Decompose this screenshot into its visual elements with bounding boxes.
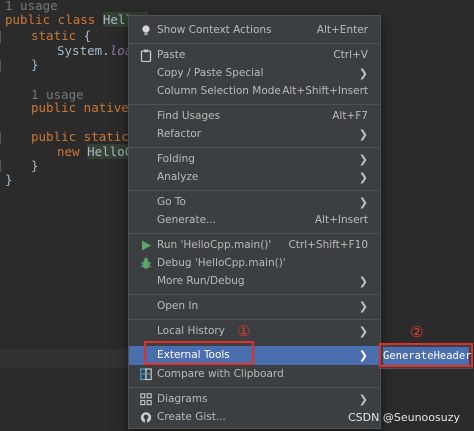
- chevron-right-icon: ❯: [358, 196, 368, 209]
- menu-separator: [129, 190, 380, 191]
- shortcut-label: Ctrl+Shift+F10: [288, 239, 368, 251]
- menu-item-debug[interactable]: Debug 'HelloCpp.main()': [129, 254, 380, 273]
- menu-item-label: Copy / Paste Special: [157, 67, 264, 79]
- menu-item-create-gist[interactable]: Create Gist...: [129, 408, 380, 427]
- watermark: CSDN @Seunoosuzy: [348, 411, 460, 424]
- debug-icon: [140, 257, 152, 270]
- shortcut-label: Alt+F7: [332, 110, 368, 122]
- chevron-right-icon: ❯: [358, 393, 368, 406]
- menu-item-label: Find Usages: [157, 110, 221, 122]
- menu-item-run[interactable]: Run 'HelloCpp.main()' Ctrl+Shift+F10: [129, 236, 380, 255]
- menu-item-label: Compare with Clipboard: [157, 368, 284, 380]
- menu-separator: [129, 319, 380, 320]
- menu-item-find-usages[interactable]: Find Usages Alt+F7: [129, 107, 380, 126]
- chevron-right-icon: ❯: [358, 128, 368, 141]
- menu-item-compare-clipboard[interactable]: Compare with Clipboard: [129, 365, 380, 384]
- code-line-close-brace: }: [31, 57, 39, 72]
- menu-item-column-selection-mode[interactable]: Column Selection Mode Alt+Shift+Insert: [129, 82, 380, 101]
- chevron-right-icon: ❯: [358, 349, 368, 362]
- annotation-box-external-tools: [144, 341, 254, 365]
- clipboard-icon: [140, 49, 152, 63]
- menu-item-label: More Run/Debug: [157, 275, 245, 287]
- menu-item-label: Diagrams: [157, 393, 208, 405]
- compare-icon: [140, 368, 152, 381]
- menu-separator: [129, 294, 380, 295]
- menu-item-label: Go To: [157, 196, 186, 208]
- code-line-native: public native v: [31, 99, 144, 117]
- menu-item-label: Analyze: [157, 171, 199, 183]
- menu-item-label: Paste: [157, 49, 186, 61]
- system-class: System.: [57, 43, 110, 58]
- menu-item-generate[interactable]: Generate... Alt+Insert: [129, 211, 380, 230]
- menu-item-label: Local History: [157, 325, 225, 337]
- shortcut-label: Alt+Shift+Insert: [282, 85, 368, 97]
- menu-item-go-to[interactable]: Go To ❯: [129, 193, 380, 212]
- keyword: static: [31, 28, 77, 43]
- keyword: public class: [5, 12, 103, 27]
- menu-item-label: Refactor: [157, 128, 202, 140]
- menu-item-refactor[interactable]: Refactor ❯: [129, 125, 380, 144]
- menu-item-open-in[interactable]: Open In ❯: [129, 297, 380, 316]
- run-icon: [140, 239, 152, 252]
- menu-separator: [129, 104, 380, 105]
- chevron-right-icon: ❯: [358, 171, 368, 184]
- shortcut-label: Ctrl+V: [333, 49, 368, 61]
- chevron-right-icon: ❯: [358, 153, 368, 166]
- fold-marker[interactable]: [0, 60, 4, 72]
- keyword: public native: [31, 100, 137, 115]
- bulb-icon: [140, 24, 152, 37]
- menu-item-analyze[interactable]: Analyze ❯: [129, 168, 380, 187]
- github-icon: [140, 411, 152, 424]
- menu-item-label: Folding: [157, 153, 195, 165]
- menu-item-local-history[interactable]: Local History ❯: [129, 322, 380, 341]
- annotation-marker-1: ①: [237, 322, 251, 340]
- menu-item-show-context-actions[interactable]: Show Context Actions Alt+Enter: [129, 21, 380, 40]
- keyword: new: [57, 144, 88, 159]
- menu-item-label: Generate...: [157, 214, 217, 226]
- chevron-right-icon: ❯: [358, 67, 368, 80]
- menu-separator: [129, 43, 380, 44]
- menu-item-label: Show Context Actions: [157, 24, 272, 36]
- menu-item-paste[interactable]: Paste Ctrl+V: [129, 46, 380, 65]
- menu-separator: [129, 147, 380, 148]
- chevron-right-icon: ❯: [358, 275, 368, 288]
- fold-marker[interactable]: [0, 160, 4, 172]
- chevron-right-icon: ❯: [358, 325, 368, 338]
- shortcut-label: Alt+Insert: [314, 214, 368, 226]
- menu-item-label: Open In: [157, 300, 199, 312]
- menu-item-copy-paste-special[interactable]: Copy / Paste Special ❯: [129, 64, 380, 83]
- diagram-icon: [140, 393, 152, 406]
- menu-separator: [129, 387, 380, 388]
- menu-separator: [129, 233, 380, 234]
- brace: {: [76, 28, 92, 43]
- menu-item-label: Debug 'HelloCpp.main()': [157, 257, 286, 269]
- shortcut-label: Alt+Enter: [316, 24, 368, 36]
- menu-item-folding[interactable]: Folding ❯: [129, 150, 380, 169]
- keyword: public static: [31, 129, 137, 144]
- annotation-marker-2: ②: [410, 323, 424, 341]
- menu-item-diagrams[interactable]: Diagrams ❯: [129, 390, 380, 409]
- menu-item-more-run-debug[interactable]: More Run/Debug ❯: [129, 272, 380, 291]
- fold-marker[interactable]: [0, 31, 4, 43]
- code-line-close-brace: }: [31, 158, 39, 173]
- menu-item-label: Column Selection Mode: [157, 85, 281, 97]
- code-line-close-brace: }: [5, 172, 13, 187]
- fold-marker[interactable]: [0, 132, 4, 144]
- menu-item-label: Run 'HelloCpp.main()': [157, 239, 272, 251]
- menu-item-label: Create Gist...: [157, 411, 226, 423]
- annotation-box-generate-header: [379, 343, 473, 367]
- context-menu: Show Context Actions Alt+Enter Paste Ctr…: [128, 15, 381, 429]
- chevron-right-icon: ❯: [358, 300, 368, 313]
